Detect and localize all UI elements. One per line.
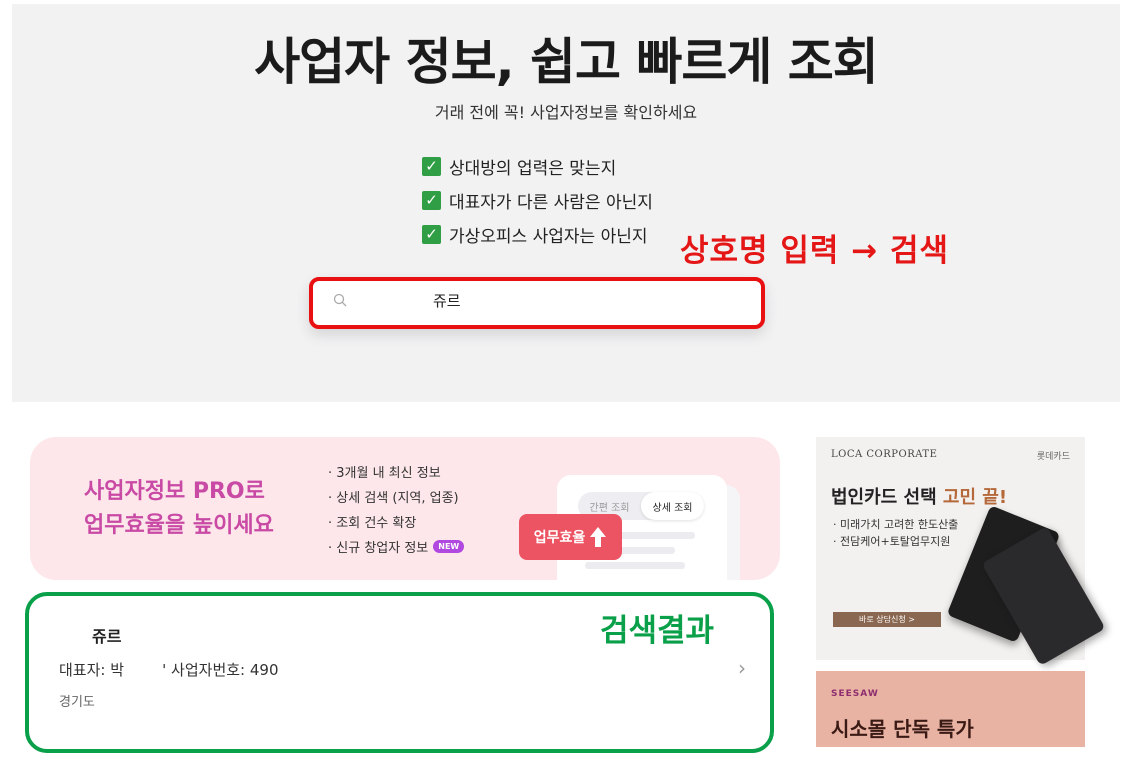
ad-title: 법인카드 선택 고민 끝! bbox=[831, 483, 1007, 509]
ad-title-highlight: 고민 끝! bbox=[942, 487, 1008, 508]
efficiency-badge: 업무효율 bbox=[519, 514, 622, 560]
ad-title-text: 법인카드 선택 bbox=[831, 487, 943, 508]
seesaw-logo: SEESAW bbox=[831, 689, 879, 699]
corporate-card-ad[interactable]: LOCA CORPORATE 롯데카드 법인카드 선택 고민 끝! · 미래가치… bbox=[816, 437, 1106, 666]
seesaw-ad-title: 시소몰 단독 특가 bbox=[831, 717, 974, 741]
checklist-item: ✓ 상대방의 업력은 맞는지 bbox=[422, 149, 653, 183]
promo-title-line: 사업자정보 PRO로 bbox=[84, 479, 265, 504]
checkmark-icon: ✓ bbox=[422, 156, 441, 176]
search-icon[interactable] bbox=[333, 293, 347, 307]
result-company-name[interactable]: 쥬르 bbox=[92, 623, 121, 647]
page-subtitle: 거래 전에 꼭! 사업자정보를 확인하세요 bbox=[434, 103, 698, 122]
checklist-label: 가상오피스 사업자는 아닌지 bbox=[449, 226, 648, 247]
checklist: ✓ 상대방의 업력은 맞는지 ✓ 대표자가 다른 사람은 아닌지 ✓ 가상오피스… bbox=[422, 149, 653, 251]
arrow-up-icon bbox=[590, 527, 607, 547]
checklist-label: 상대방의 업력은 맞는지 bbox=[449, 158, 617, 179]
promo-feature-label: · 신규 창업자 정보 bbox=[328, 541, 429, 556]
ad-feature: · 전담케어+토탈업무지원 bbox=[833, 535, 951, 548]
promo-feature-list: · 3개월 내 최신 정보 · 상세 검색 (지역, 업종) · 조회 건수 확… bbox=[328, 459, 465, 559]
checklist-item: ✓ 가상오피스 사업자는 아닌지 bbox=[422, 217, 653, 251]
search-box[interactable] bbox=[309, 277, 765, 329]
tab-detail-search: 상세 조회 bbox=[641, 492, 704, 520]
promo-feature: · 3개월 내 최신 정보 bbox=[328, 466, 441, 481]
new-badge: NEW bbox=[433, 540, 465, 553]
ad-brand-right: 롯데카드 bbox=[1036, 452, 1070, 462]
search-input[interactable] bbox=[433, 291, 733, 309]
result-annotation: 검색결과 bbox=[600, 613, 715, 649]
ad-feature: · 미래가치 고려한 한도산출 bbox=[833, 518, 959, 531]
seesaw-ad[interactable]: SEESAW 시소몰 단독 특가 bbox=[816, 671, 1085, 747]
checkmark-icon: ✓ bbox=[422, 190, 441, 210]
promo-feature: · 상세 검색 (지역, 업종) bbox=[328, 491, 459, 506]
checkmark-icon: ✓ bbox=[422, 224, 441, 244]
promo-feature: · 신규 창업자 정보 NEW bbox=[328, 534, 465, 559]
promo-title: 사업자정보 PRO로 업무효율을 높이세요 bbox=[84, 475, 274, 543]
checklist-item: ✓ 대표자가 다른 사람은 아닌지 bbox=[422, 183, 653, 217]
ad-feature-list: · 미래가치 고려한 한도산출 · 전담케어+토탈업무지원 bbox=[833, 516, 958, 550]
promo-title-line: 업무효율을 높이세요 bbox=[84, 513, 274, 538]
chevron-right-icon[interactable]: › bbox=[738, 656, 746, 680]
checklist-label: 대표자가 다른 사람은 아닌지 bbox=[449, 192, 653, 213]
ad-brand: LOCA CORPORATE bbox=[831, 449, 938, 460]
search-annotation: 상호명 입력 → 검색 bbox=[680, 233, 949, 269]
pro-promo-banner[interactable]: 사업자정보 PRO로 업무효율을 높이세요 · 3개월 내 최신 정보 · 상세… bbox=[30, 437, 780, 580]
result-detail: 대표자: 박 ' 사업자번호: 490 bbox=[59, 661, 279, 679]
result-region: 경기도 bbox=[59, 695, 95, 710]
efficiency-label: 업무효율 bbox=[533, 530, 586, 546]
hero-section: 사업자 정보, 쉽고 빠르게 조회 거래 전에 꼭! 사업자정보를 확인하세요 … bbox=[12, 4, 1120, 402]
placeholder-line bbox=[585, 562, 685, 569]
page-title: 사업자 정보, 쉽고 빠르게 조회 bbox=[254, 33, 879, 91]
consult-button[interactable]: 바로 상담신청 > bbox=[833, 612, 941, 627]
promo-feature: · 조회 건수 확장 bbox=[328, 516, 417, 531]
